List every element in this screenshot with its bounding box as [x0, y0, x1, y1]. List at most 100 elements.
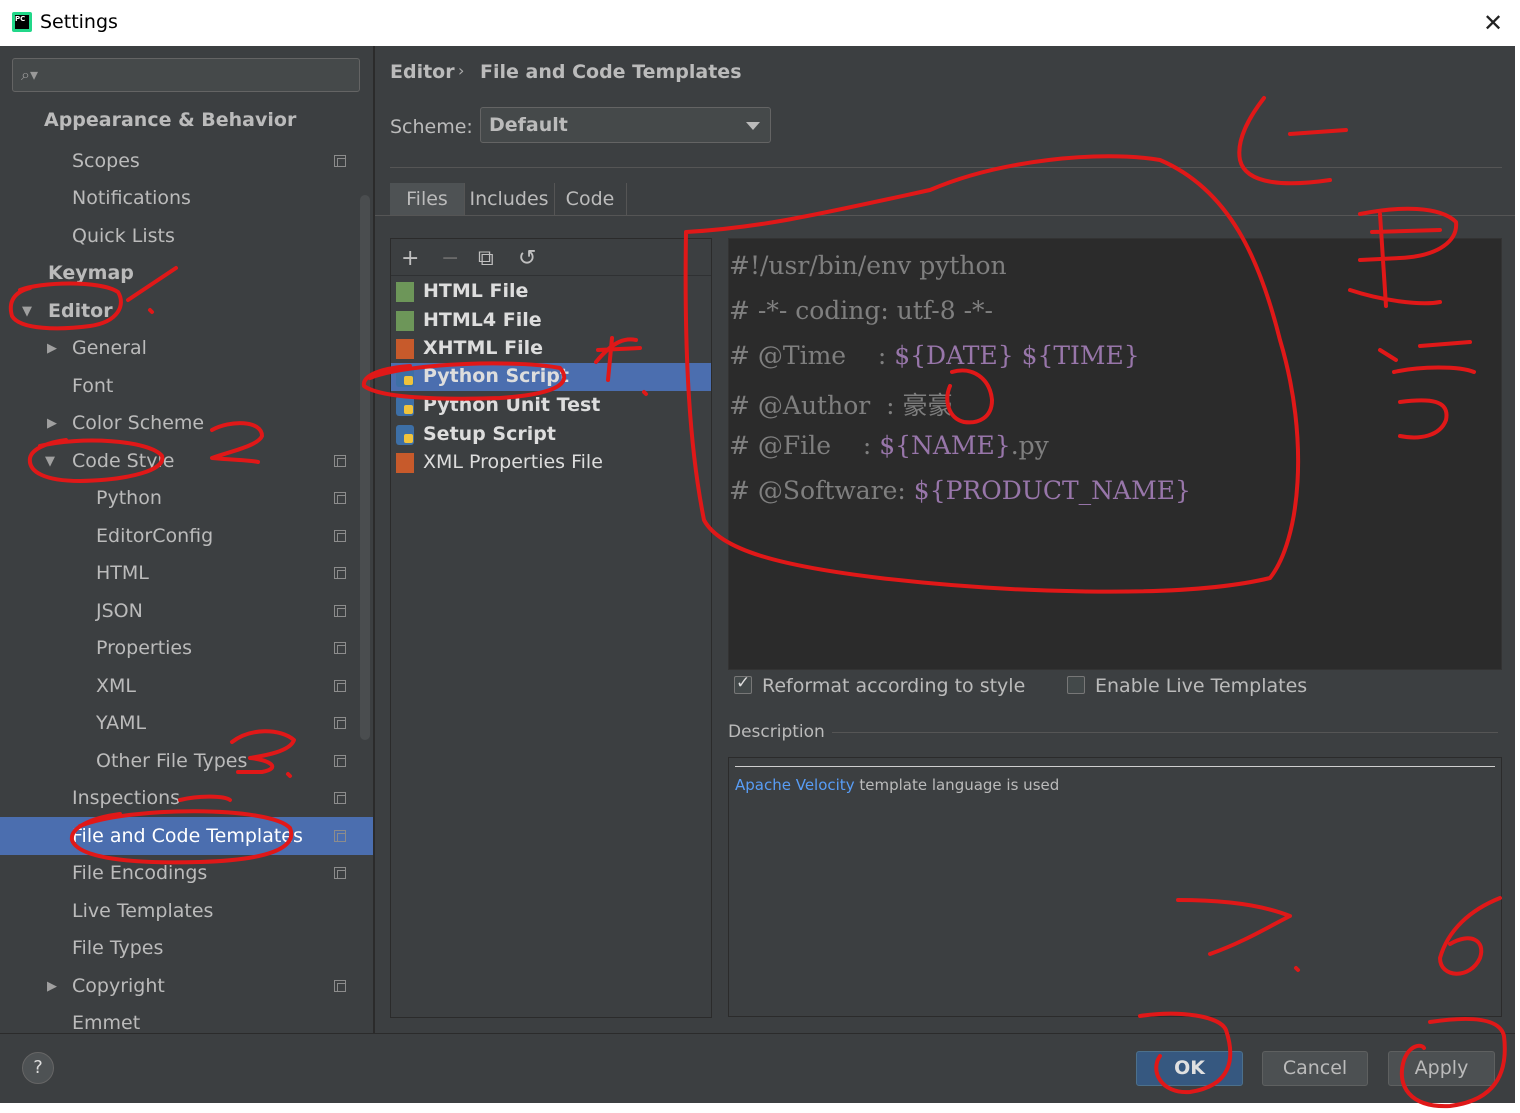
description-separator	[832, 732, 1498, 733]
code-line: # @File : ${NAME}.py	[729, 431, 1049, 460]
template-code-editor[interactable]: #!/usr/bin/env python # -*- coding: utf-…	[728, 238, 1502, 670]
enable-live-templates-label[interactable]: Enable Live Templates	[1095, 675, 1307, 697]
template-name: HTML File	[423, 280, 529, 302]
app-icon-label: PC	[15, 15, 29, 29]
breadcrumb-editor[interactable]: Editor	[390, 61, 455, 83]
tab-underline	[375, 215, 1515, 216]
code-text: .py	[1010, 431, 1049, 460]
template-variable: ${NAME}	[879, 431, 1011, 460]
reformat-checkbox[interactable]	[734, 673, 752, 694]
sidebar-item-json[interactable]: JSON	[96, 600, 143, 622]
html-file-icon	[396, 282, 414, 302]
help-button[interactable]: ?	[22, 1052, 54, 1084]
code-text: # @File :	[729, 431, 880, 460]
template-item-selected[interactable]: Python Script	[391, 363, 711, 391]
template-item[interactable]: XHTML File	[391, 335, 711, 363]
expanded-arrow-icon[interactable]: ▼	[22, 304, 32, 319]
tab-includes[interactable]: Includes	[464, 183, 555, 215]
collapsed-arrow-icon[interactable]: ▶	[47, 341, 57, 356]
sidebar-item-notifications[interactable]: Notifications	[72, 187, 191, 209]
sidebar-item-general[interactable]: General	[72, 337, 147, 359]
sidebar-item-properties[interactable]: Properties	[96, 637, 192, 659]
xhtml-file-icon	[396, 339, 414, 359]
chevron-down-icon	[746, 122, 760, 130]
sidebar-item-copyright[interactable]: Copyright	[72, 975, 165, 997]
template-item[interactable]: Python Unit Test	[391, 392, 711, 420]
project-settings-icon	[334, 830, 346, 842]
scheme-dropdown[interactable]: Default	[480, 107, 771, 143]
code-line: # -*- coding: utf-8 -*-	[729, 296, 993, 325]
sidebar-item-python[interactable]: Python	[96, 487, 162, 509]
reset-icon[interactable]: ↺	[518, 246, 536, 271]
template-variable: ${PRODUCT_NAME}	[913, 476, 1191, 505]
description-title: Description	[728, 722, 825, 742]
project-settings-icon	[334, 717, 346, 729]
sidebar-item-appearance-behavior[interactable]: Appearance & Behavior	[44, 109, 296, 131]
remove-icon[interactable]: −	[441, 246, 459, 271]
enable-live-templates-checkbox[interactable]	[1067, 676, 1085, 694]
description-body: template language is used	[854, 776, 1060, 794]
collapsed-arrow-icon[interactable]: ▶	[47, 979, 57, 994]
code-line: # @Author : 豪豪	[729, 391, 953, 420]
python-file-icon	[396, 425, 414, 445]
sidebar-scrollbar[interactable]	[360, 195, 370, 740]
sidebar-item-xml[interactable]: XML	[96, 675, 136, 697]
template-item[interactable]: XML Properties File	[391, 449, 711, 477]
sidebar-item-emmet[interactable]: Emmet	[72, 1012, 140, 1034]
template-item[interactable]: Setup Script	[391, 421, 711, 449]
sidebar-item-other-file-types[interactable]: Other File Types	[96, 750, 247, 772]
code-text: # @Software:	[729, 476, 914, 505]
template-name: Setup Script	[423, 423, 556, 445]
description-text: Apache Velocity template language is use…	[735, 776, 1059, 794]
tab-code[interactable]: Code	[554, 183, 627, 215]
template-name: XML Properties File	[423, 451, 603, 473]
expanded-arrow-icon[interactable]: ▼	[45, 454, 55, 469]
splitter[interactable]	[373, 46, 375, 1033]
scheme-value: Default	[489, 114, 568, 136]
template-item[interactable]: HTML File	[391, 278, 711, 306]
sidebar-item-keymap[interactable]: Keymap	[48, 262, 134, 284]
reformat-label[interactable]: Reformat according to style	[762, 675, 1025, 697]
code-text: # @Time :	[729, 341, 895, 370]
sidebar-item-scopes[interactable]: Scopes	[72, 150, 140, 172]
sidebar-item-editorconfig[interactable]: EditorConfig	[96, 525, 213, 547]
cancel-button[interactable]: Cancel	[1262, 1051, 1368, 1086]
window-title: Settings	[40, 11, 118, 33]
code-line: # @Software: ${PRODUCT_NAME}	[729, 476, 1191, 505]
copy-template-icon[interactable]: ⧉	[478, 246, 494, 271]
template-item[interactable]: HTML4 File	[391, 307, 711, 335]
project-settings-icon	[334, 642, 346, 654]
ok-button[interactable]: OK	[1136, 1051, 1243, 1086]
sidebar-item-yaml[interactable]: YAML	[96, 712, 146, 734]
sidebar-item-font[interactable]: Font	[72, 375, 113, 397]
sidebar-item-html[interactable]: HTML	[96, 562, 149, 584]
settings-search-input[interactable]: ⌕▾	[12, 58, 360, 92]
sidebar-item-inspections[interactable]: Inspections	[72, 787, 180, 809]
sidebar-item-file-and-code-templates[interactable]: File and Code Templates	[72, 825, 303, 847]
sidebar-item-color-scheme[interactable]: Color Scheme	[72, 412, 204, 434]
window-frame-bottom	[0, 1103, 1520, 1113]
python-file-icon	[396, 367, 414, 387]
apply-button[interactable]: Apply	[1388, 1051, 1495, 1086]
sidebar-item-live-templates[interactable]: Live Templates	[72, 900, 213, 922]
project-settings-icon	[334, 605, 346, 617]
title-bar: PC Settings ✕	[0, 0, 1520, 46]
project-settings-icon	[334, 867, 346, 879]
sidebar-item-code-style[interactable]: Code Style	[72, 450, 174, 472]
sidebar-item-editor[interactable]: Editor	[48, 300, 113, 322]
sidebar-item-file-types[interactable]: File Types	[72, 937, 163, 959]
breadcrumb-current: File and Code Templates	[480, 61, 742, 83]
template-name: Python Unit Test	[423, 394, 601, 416]
project-settings-icon	[334, 755, 346, 767]
sidebar-item-quick-lists[interactable]: Quick Lists	[72, 225, 175, 247]
separator	[390, 167, 1502, 168]
add-icon[interactable]: +	[401, 246, 419, 271]
python-file-icon	[396, 396, 414, 416]
html-file-icon	[396, 311, 414, 331]
apache-velocity-link[interactable]: Apache Velocity	[735, 776, 855, 794]
tab-files[interactable]: Files	[390, 183, 465, 215]
project-settings-icon	[334, 980, 346, 992]
collapsed-arrow-icon[interactable]: ▶	[47, 416, 57, 431]
sidebar-item-file-encodings[interactable]: File Encodings	[72, 862, 207, 884]
close-icon[interactable]: ✕	[1476, 6, 1510, 40]
